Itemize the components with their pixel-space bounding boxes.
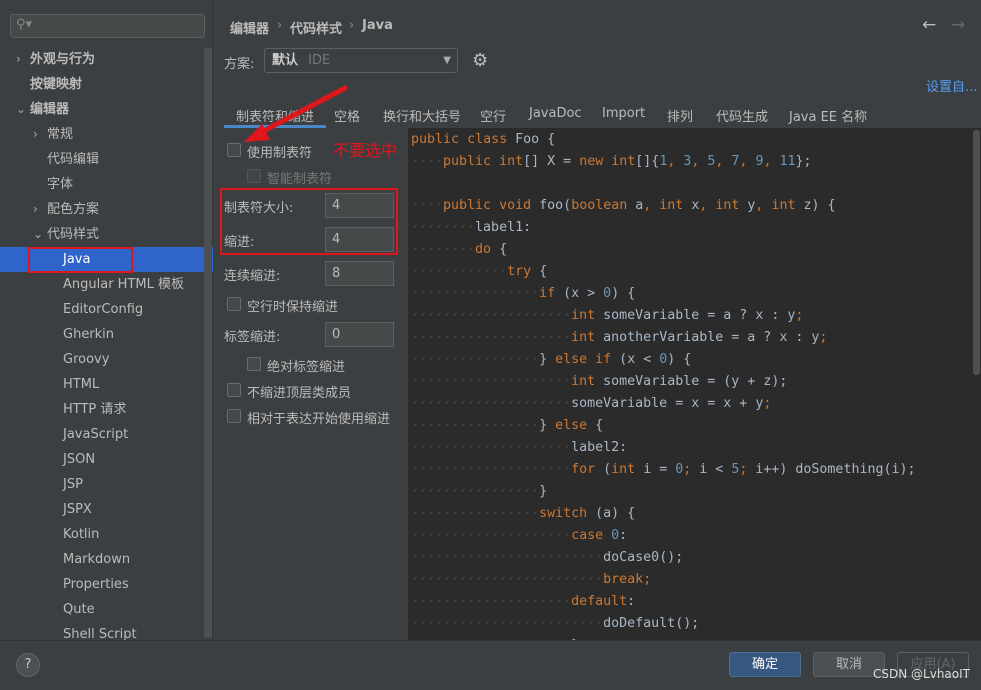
- code-line: ····················int someVariable = (…: [411, 374, 788, 389]
- code-line: ························break;: [411, 572, 652, 587]
- code-line: ····················for (int i = 0; i < …: [411, 462, 916, 477]
- code-line: ················switch (a) {: [411, 506, 636, 521]
- code-line: ····················int anotherVariable …: [411, 330, 828, 345]
- code-line: ····public void foo(boolean a, int x, in…: [411, 198, 836, 213]
- code-line: public class Foo {: [411, 132, 556, 147]
- code-line: ····················someVariable = x = x…: [411, 396, 772, 411]
- code-line: ················}: [411, 484, 548, 499]
- ok-button[interactable]: 确定: [729, 652, 801, 677]
- code-line: ················if (x > 0) {: [411, 286, 636, 301]
- code-line: ········do {: [411, 242, 508, 257]
- code-line: ········label1:: [411, 220, 532, 235]
- code-line: ························doCase0();: [411, 550, 684, 565]
- code-line: ················} else {: [411, 418, 604, 433]
- code-line: ····················default:: [411, 594, 636, 609]
- code-line: ················} else if (x < 0) {: [411, 352, 692, 367]
- code-line: ························doDefault();: [411, 616, 700, 631]
- code-line: ····················int someVariable = a…: [411, 308, 804, 323]
- help-button[interactable]: ?: [16, 653, 40, 677]
- code-line: ····················case 0:: [411, 528, 628, 543]
- code-scrollbar[interactable]: [973, 130, 980, 375]
- code-line: ············try {: [411, 264, 548, 279]
- code-line: ····················label2:: [411, 440, 628, 455]
- watermark: CSDN @LvhaoIT: [873, 667, 970, 681]
- code-preview: public class Foo { ····public int[] X = n…: [408, 128, 981, 640]
- code-line: ····public int[] X = new int[]{1, 3, 5, …: [411, 154, 812, 169]
